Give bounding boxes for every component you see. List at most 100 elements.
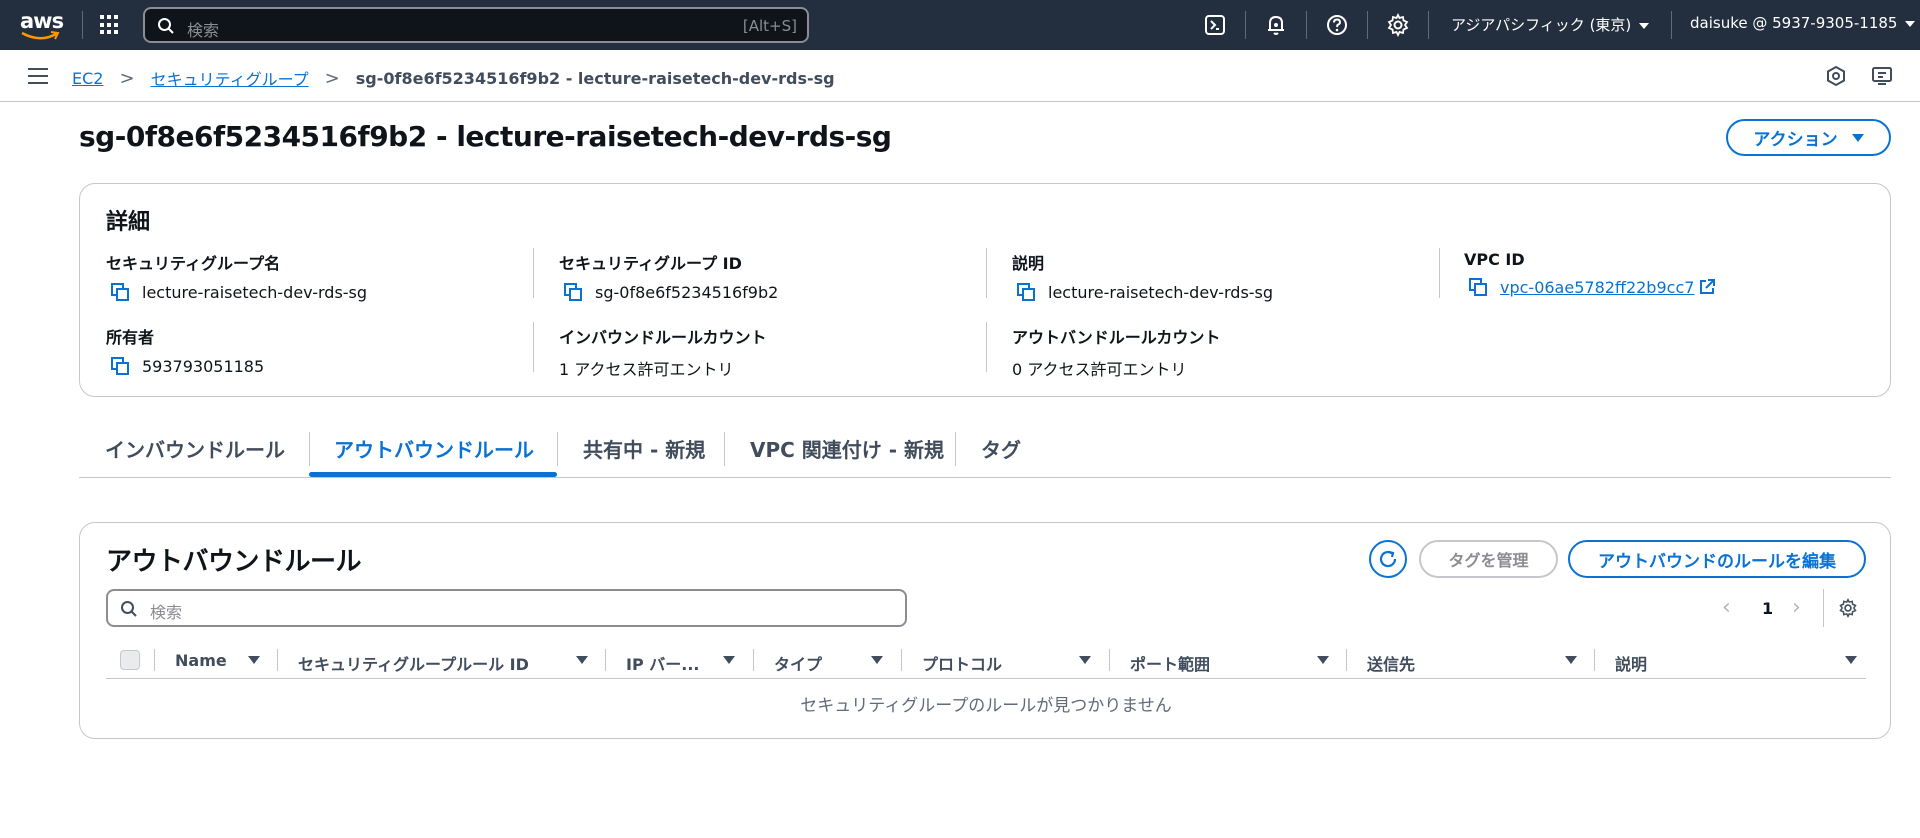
column-divider	[1594, 649, 1595, 671]
search-placeholder: 検索	[150, 603, 183, 622]
aws-logo[interactable]: aws	[18, 7, 64, 43]
sort-caret-icon[interactable]	[1317, 656, 1329, 664]
details-heading: 詳細	[106, 210, 151, 235]
tab-vpc-associations[interactable]: VPC 関連付け - 新規	[750, 434, 944, 463]
breadcrumb-bar: EC2 > セキュリティグループ > sg-0f8e6f5234516f9b2 …	[0, 50, 1920, 102]
account-menu[interactable]: daisuke @ 5937-9305-1185	[1690, 14, 1916, 32]
breadcrumb-link-ec2[interactable]: EC2	[72, 69, 103, 88]
aws-smile-icon	[21, 31, 60, 40]
field-value: 0 アクセス許可エントリ	[1012, 360, 1187, 379]
sort-caret-icon[interactable]	[1079, 656, 1091, 664]
select-all-checkbox[interactable]	[120, 650, 140, 670]
aws-logo-text: aws	[20, 9, 64, 33]
outbound-rules-heading: アウトバウンドルール	[106, 547, 362, 577]
tab-tags[interactable]: タグ	[981, 434, 1021, 463]
services-grid-icon[interactable]	[100, 15, 120, 35]
help-icon[interactable]	[1325, 13, 1349, 37]
tab-sharing[interactable]: 共有中 - 新規	[583, 434, 705, 463]
external-link-icon	[1700, 279, 1716, 294]
column-header-rule-id[interactable]: セキュリティグループルール ID	[298, 651, 529, 675]
column-header-description[interactable]: 説明	[1615, 651, 1647, 675]
breadcrumb: EC2 > セキュリティグループ > sg-0f8e6f5234516f9b2 …	[72, 66, 835, 90]
tab-outbound-rules[interactable]: アウトバウンドルール	[334, 434, 534, 463]
column-header-port-range[interactable]: ポート範囲	[1130, 651, 1210, 675]
field-label: セキュリティグループ ID	[559, 254, 742, 273]
caret-down-icon	[1639, 22, 1650, 29]
refresh-button[interactable]	[1369, 540, 1407, 578]
column-divider	[1109, 649, 1110, 671]
sort-caret-icon[interactable]	[1565, 656, 1577, 664]
column-header-destination[interactable]: 送信先	[1367, 651, 1415, 675]
feedback-icon[interactable]	[1825, 65, 1847, 87]
topbar-divider	[1306, 11, 1307, 39]
page-number[interactable]: 1	[1762, 599, 1773, 618]
caret-down-icon	[1851, 133, 1864, 142]
topbar-divider	[82, 11, 83, 39]
breadcrumb-link-security-groups[interactable]: セキュリティグループ	[151, 66, 309, 90]
screen-info-icon[interactable]	[1871, 65, 1893, 87]
copy-icon[interactable]	[563, 282, 583, 302]
field-label: セキュリティグループ名	[106, 254, 281, 273]
column-header-protocol[interactable]: プロトコル	[922, 651, 1002, 675]
sort-caret-icon[interactable]	[871, 656, 883, 664]
gear-icon[interactable]	[1386, 13, 1410, 37]
copy-icon[interactable]	[1468, 277, 1488, 297]
sort-caret-icon[interactable]	[723, 656, 735, 664]
column-header-type[interactable]: タイプ	[774, 651, 822, 675]
edit-outbound-rules-button[interactable]: アウトバウンドのルールを編集	[1568, 540, 1866, 578]
global-search-input[interactable]: 検索 [Alt+S]	[143, 7, 809, 43]
cloudshell-icon[interactable]	[1203, 13, 1227, 37]
tab-inbound-rules[interactable]: インバウンドルール	[105, 434, 285, 463]
field-description: 説明 lecture-raisetech-dev-rds-sg	[1012, 250, 1273, 302]
column-divider	[901, 649, 902, 671]
hamburger-menu-icon[interactable]	[28, 68, 48, 84]
sort-caret-icon[interactable]	[576, 656, 588, 664]
chevron-right-icon: >	[324, 67, 340, 89]
bell-icon[interactable]	[1264, 13, 1288, 37]
table-preferences-gear-icon[interactable]	[1838, 598, 1858, 618]
next-page-icon[interactable]: ›	[1792, 595, 1801, 620]
tab-divider	[724, 432, 725, 466]
field-value: lecture-raisetech-dev-rds-sg	[1048, 282, 1274, 302]
field-label: 所有者	[106, 328, 155, 347]
table-header: Name セキュリティグループルール ID IP バー... タイプ プロトコル…	[106, 641, 1866, 679]
search-icon	[158, 18, 174, 34]
rules-search-input[interactable]: 検索	[106, 589, 907, 627]
column-divider	[533, 248, 534, 298]
field-value: 1 アクセス許可エントリ	[559, 360, 734, 379]
field-value: lecture-raisetech-dev-rds-sg	[142, 282, 368, 302]
column-header-name[interactable]: Name	[175, 651, 227, 670]
actions-button[interactable]: アクション	[1726, 119, 1891, 156]
column-divider	[154, 649, 155, 671]
sort-caret-icon[interactable]	[248, 656, 260, 664]
column-divider	[1439, 248, 1440, 298]
top-navigation-bar: aws 検索 [Alt+S] アジアパシフィック (東京) daisuke @ …	[0, 0, 1920, 50]
copy-icon[interactable]	[110, 356, 130, 376]
region-label: アジアパシフィック (東京)	[1451, 16, 1632, 34]
region-selector[interactable]: アジアパシフィック (東京)	[1451, 14, 1650, 35]
search-shortcut-hint: [Alt+S]	[742, 17, 797, 35]
field-label: インバウンドルールカウント	[559, 328, 767, 347]
active-tab-indicator	[309, 472, 557, 477]
column-header-ip-version[interactable]: IP バー...	[626, 651, 700, 675]
sort-caret-icon[interactable]	[1845, 656, 1857, 664]
tab-divider	[557, 432, 558, 466]
copy-icon[interactable]	[1016, 282, 1036, 302]
field-label: アウトバンドルールカウント	[1012, 328, 1221, 347]
tab-list: インバウンドルール アウトバウンドルール 共有中 - 新規 VPC 関連付け -…	[79, 420, 1891, 478]
topbar-divider	[1671, 11, 1672, 39]
refresh-icon	[1379, 550, 1397, 568]
manage-tags-button[interactable]: タグを管理	[1419, 540, 1558, 578]
vpc-id-link[interactable]: vpc-06ae5782ff22b9cc7	[1500, 278, 1694, 297]
tab-divider	[309, 432, 310, 466]
previous-page-icon[interactable]: ‹	[1722, 595, 1731, 620]
field-value: 593793051185	[142, 356, 265, 376]
field-label: 説明	[1012, 254, 1045, 273]
field-owner: 所有者 593793051185	[106, 324, 264, 376]
copy-icon[interactable]	[110, 282, 130, 302]
field-security-group-name: セキュリティグループ名 lecture-raisetech-dev-rds-sg	[106, 250, 367, 302]
field-inbound-rule-count: インバウンドルールカウント 1 アクセス許可エントリ	[559, 324, 767, 380]
field-security-group-id: セキュリティグループ ID sg-0f8e6f5234516f9b2	[559, 250, 778, 302]
column-divider	[1346, 649, 1347, 671]
field-value: sg-0f8e6f5234516f9b2	[595, 282, 779, 302]
